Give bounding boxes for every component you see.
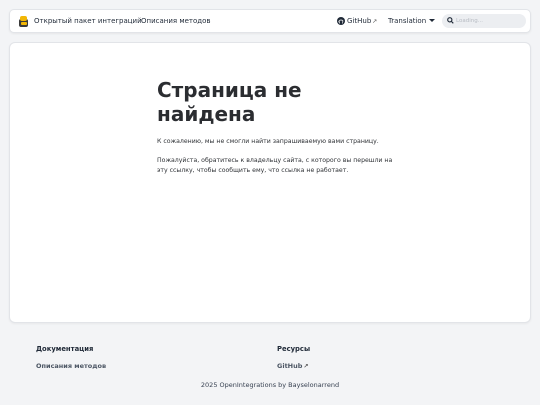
logo-icon[interactable] bbox=[18, 15, 30, 28]
nav-github-link[interactable]: GitHub↗ bbox=[337, 10, 377, 33]
search-box[interactable] bbox=[442, 14, 526, 28]
footer-github-label: GitHub bbox=[277, 362, 303, 370]
footer-resources-heading: Ресурсы bbox=[277, 345, 311, 353]
page-title: Страница не найдена bbox=[157, 78, 302, 126]
external-link-icon: ↗ bbox=[372, 18, 378, 25]
search-icon bbox=[447, 17, 454, 24]
search-input[interactable] bbox=[456, 15, 520, 27]
footer-methods-link[interactable]: Описания методов bbox=[36, 362, 106, 370]
copyright: 2025 OpenIntegrations by Bayselonarrend bbox=[200, 381, 340, 389]
nav-brand-link[interactable]: Открытый пакет интеграций bbox=[34, 10, 142, 32]
translation-label: Translation bbox=[388, 17, 427, 25]
chevron-down-icon bbox=[429, 19, 436, 22]
navbar: Открытый пакет интеграций Описания метод… bbox=[9, 9, 531, 33]
nav-methods-link[interactable]: Описания методов bbox=[141, 10, 211, 32]
footer-github-link[interactable]: GitHub↗ bbox=[277, 362, 308, 370]
github-icon bbox=[337, 17, 345, 25]
main-content: Страница не найдена К сожалению, мы не с… bbox=[9, 42, 531, 323]
nav-github-label: GitHub bbox=[347, 17, 372, 25]
translation-dropdown[interactable]: Translation bbox=[388, 10, 436, 32]
contact-owner-message: Пожалуйста, обратитесь к владельцу сайта… bbox=[157, 157, 393, 174]
not-found-message: К сожалению, мы не смогли найти запрашив… bbox=[157, 138, 379, 145]
footer-docs-heading: Документация bbox=[36, 345, 94, 353]
external-link-icon: ↗ bbox=[303, 363, 309, 370]
